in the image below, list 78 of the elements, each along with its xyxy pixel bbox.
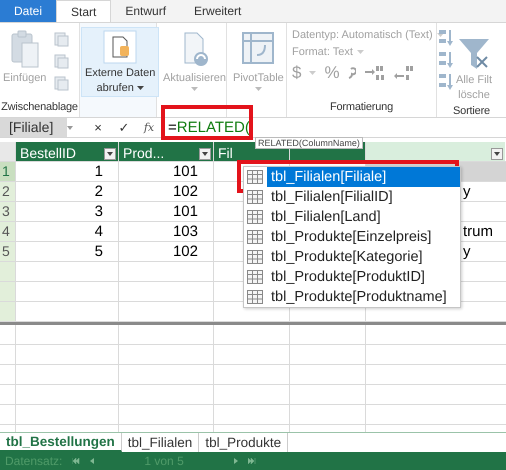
table-icon bbox=[247, 190, 263, 204]
row-header bbox=[0, 262, 15, 281]
row-header bbox=[0, 282, 15, 301]
suggestion-item[interactable]: tbl_Produkte[Kategorie] bbox=[267, 247, 460, 267]
paste-icon bbox=[10, 29, 40, 69]
group-label: Formatierung bbox=[328, 100, 394, 115]
document-database-icon bbox=[103, 30, 138, 64]
table-cell: 101 bbox=[172, 203, 198, 220]
caret-icon bbox=[356, 50, 364, 54]
table-cell: 4 bbox=[94, 223, 103, 240]
caret-icon bbox=[309, 71, 316, 75]
sheet-tab[interactable]: tbl_Bestellungen bbox=[0, 433, 122, 452]
name-box[interactable]: [Filiale] bbox=[0, 118, 67, 137]
table-icon bbox=[247, 290, 263, 304]
suggestion-item[interactable]: tbl_Produkte[ProduktID] bbox=[267, 267, 460, 287]
column-header[interactable]: BestellID bbox=[16, 142, 118, 161]
sort-ascending-icon bbox=[438, 29, 454, 47]
row-number: 2 bbox=[0, 182, 15, 201]
row-number: 4 bbox=[0, 222, 15, 241]
confirm-button[interactable]: ✓ bbox=[111, 120, 137, 135]
table-icon bbox=[247, 170, 263, 184]
column-header[interactable] bbox=[366, 142, 505, 161]
row-number: 5 bbox=[0, 242, 15, 261]
suggestion-item[interactable]: tbl_Filialen[Land] bbox=[267, 207, 460, 227]
file-tab[interactable]: Datei bbox=[0, 0, 56, 22]
header-label: Fil bbox=[218, 147, 233, 160]
suggestion-item[interactable]: tbl_Produkte[Produktname] bbox=[267, 287, 460, 307]
header-label: BestellID bbox=[20, 147, 76, 160]
caret-icon bbox=[254, 87, 262, 91]
next-record-icon bbox=[234, 458, 238, 464]
external-data-button[interactable]: Externe Daten abrufen bbox=[81, 27, 160, 97]
table-icon bbox=[247, 230, 263, 244]
group-label: Zwischenablage bbox=[0, 100, 79, 115]
header-label: Prod... bbox=[123, 147, 164, 160]
table-cell: 5 bbox=[94, 243, 103, 260]
table-cell: 101 bbox=[172, 163, 198, 180]
cancel-button[interactable]: × bbox=[85, 120, 111, 135]
ribbon-tab[interactable]: Erweitert bbox=[180, 0, 256, 22]
comma-style-icon bbox=[348, 67, 356, 79]
row-number: 1 bbox=[0, 162, 15, 181]
dropdown-arrow-icon bbox=[67, 126, 73, 130]
table-icon bbox=[247, 250, 263, 264]
first-record-icon bbox=[72, 458, 80, 464]
row-number: 3 bbox=[0, 202, 15, 221]
previous-record-icon bbox=[90, 458, 94, 464]
suggestion-item[interactable]: tbl_Filialen[Filiale] bbox=[267, 167, 460, 187]
table-cell: 102 bbox=[172, 243, 198, 260]
table-icon bbox=[247, 210, 263, 224]
filter-dropdown-icon bbox=[491, 148, 503, 160]
ribbon-tab[interactable]: Start bbox=[56, 0, 112, 22]
table-cell: 2 bbox=[94, 183, 103, 200]
formula-field[interactable]: =RELATED( bbox=[168, 119, 250, 136]
sort-descending-icon bbox=[438, 51, 454, 69]
table-cell: 102 bbox=[172, 183, 198, 200]
table-cell: 1 bbox=[94, 163, 103, 180]
table-cell: trum bbox=[463, 223, 493, 240]
ribbon-tab[interactable]: Entwurf bbox=[111, 0, 180, 22]
table-icon bbox=[247, 270, 263, 284]
table-cell: y bbox=[463, 183, 470, 200]
table-cell: 3 bbox=[94, 203, 103, 220]
table-cell: y bbox=[463, 243, 470, 260]
syntax-tooltip: RELATED(ColumnName) bbox=[255, 137, 363, 149]
filter-dropdown-icon bbox=[199, 148, 211, 160]
suggestion-item[interactable]: tbl_Produkte[Einzelpreis] bbox=[267, 227, 460, 247]
column-header[interactable]: Prod... bbox=[119, 142, 213, 161]
function-button[interactable]: fx bbox=[137, 121, 161, 134]
last-record-icon bbox=[248, 458, 256, 464]
suggestion-item[interactable]: tbl_Filialen[FilialID] bbox=[267, 187, 460, 207]
caret-icon bbox=[136, 86, 144, 90]
caret-icon bbox=[190, 87, 198, 91]
group-label: Sortiere bbox=[452, 104, 491, 119]
increase-decimal-icon bbox=[364, 65, 386, 81]
decrease-decimal-icon bbox=[394, 65, 416, 81]
copy-icon bbox=[53, 53, 70, 69]
clear-sort-icon bbox=[438, 73, 454, 91]
table-cell: 103 bbox=[172, 223, 198, 240]
row-header bbox=[0, 302, 15, 321]
filter-dropdown-icon bbox=[104, 148, 116, 160]
